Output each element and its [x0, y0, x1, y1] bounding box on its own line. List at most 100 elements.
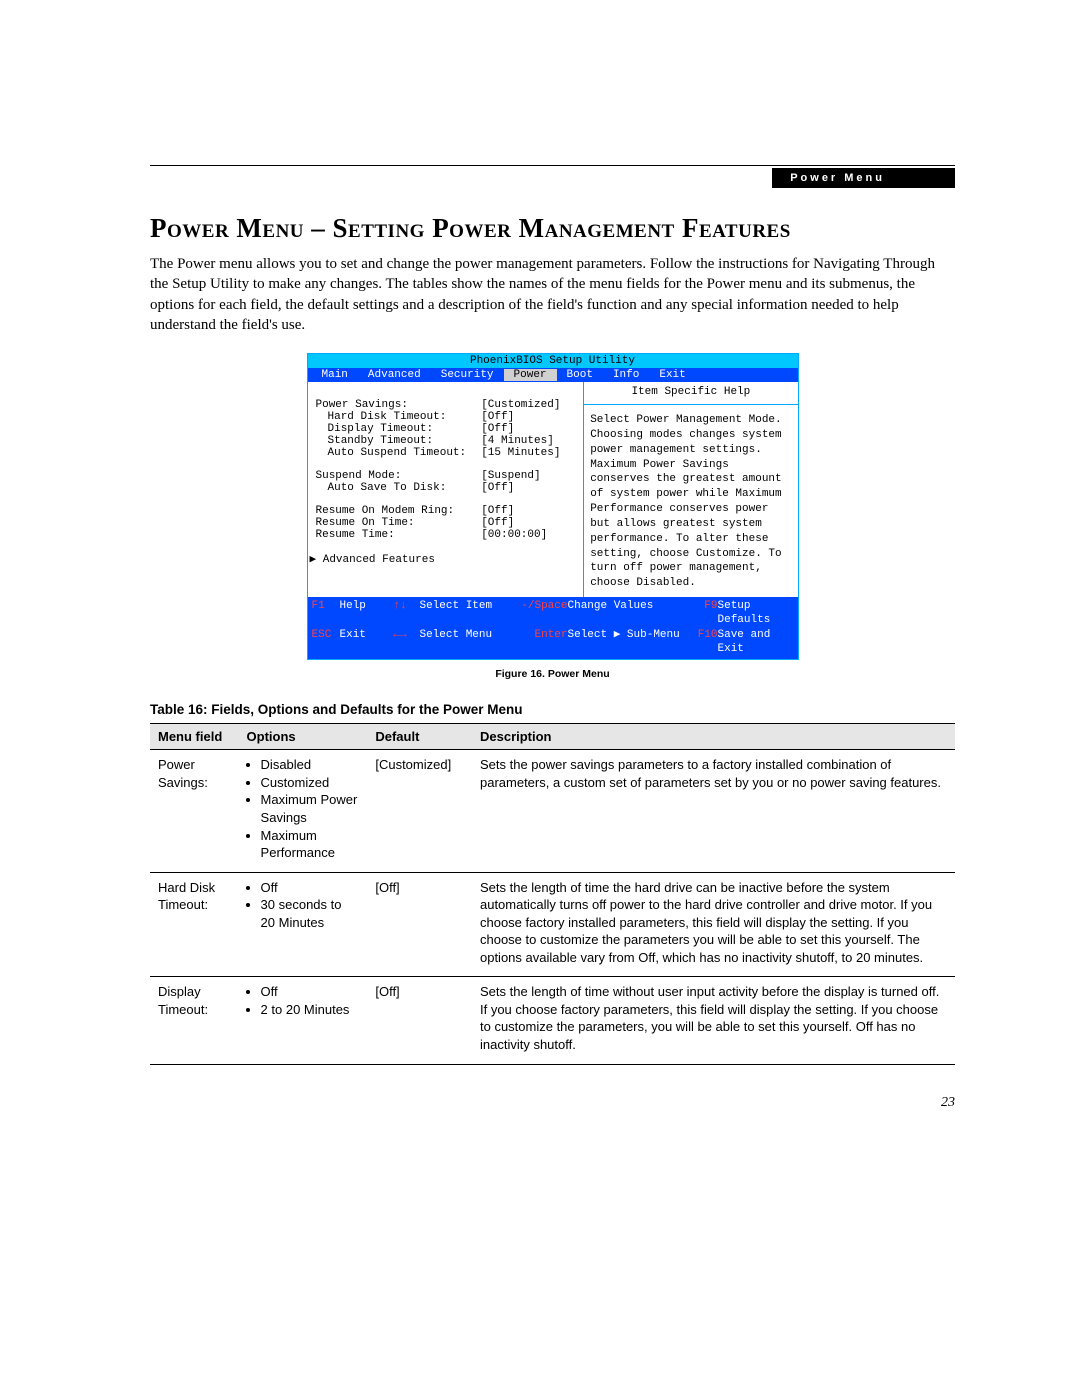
bios-field-value: [Off] [481, 411, 577, 423]
th-menu-field: Menu field [150, 724, 239, 750]
cell-description: Sets the power savings parameters to a f… [472, 750, 955, 872]
cell-menu-field: Hard Disk Timeout: [150, 872, 239, 977]
key-f1: F1 [312, 599, 340, 628]
bios-row: Hard Disk Timeout:[Off] [316, 411, 578, 423]
bios-title: PhoenixBIOS Setup Utility [308, 354, 798, 368]
bios-field-label: Resume Time: [316, 529, 482, 541]
bios-field-label: ▶ Advanced Features [310, 552, 578, 566]
bios-row: Resume On Modem Ring:[Off] [316, 505, 578, 517]
option-item: 2 to 20 Minutes [261, 1001, 360, 1019]
footer-change-values: Change Values [568, 599, 688, 628]
option-item: Disabled [261, 756, 360, 774]
footer-select-menu: Select Menu [420, 628, 510, 657]
header-tab: Power Menu [772, 168, 955, 188]
bios-row: Resume Time:[00:00:00] [316, 529, 578, 541]
key-updown: ↑↓ [394, 599, 420, 628]
key-space: -/Space [510, 599, 568, 628]
cell-menu-field: Display Timeout: [150, 977, 239, 1064]
section-title: Power Menu – Setting Power Management Fe… [150, 213, 955, 244]
bios-field-value: [Off] [481, 517, 577, 529]
footer-exit: Exit [340, 628, 394, 657]
key-enter: Enter [510, 628, 568, 657]
bios-row: Display Timeout:[Off] [316, 423, 578, 435]
bios-menu-security: Security [431, 369, 504, 381]
key-esc: ESC [312, 628, 340, 657]
cell-description: Sets the length of time without user inp… [472, 977, 955, 1064]
top-rule [150, 165, 955, 166]
page-number: 23 [150, 1095, 955, 1111]
bios-row: Suspend Mode:[Suspend] [316, 470, 578, 482]
option-item: Maximum Performance [261, 827, 360, 862]
intro-paragraph: The Power menu allows you to set and cha… [150, 254, 955, 335]
bios-field-value: [Suspend] [481, 470, 577, 482]
cell-description: Sets the length of time the hard drive c… [472, 872, 955, 977]
bios-help-panel: Item Specific Help Select Power Manageme… [584, 382, 797, 597]
bios-field-label: Display Timeout: [316, 423, 482, 435]
option-item: Maximum Power Savings [261, 791, 360, 826]
bios-field-value: [Off] [481, 482, 577, 494]
bios-row: Power Savings:[Customized] [316, 399, 578, 411]
key-leftright: ←→ [394, 628, 420, 657]
option-item: Customized [261, 774, 360, 792]
th-default: Default [367, 724, 472, 750]
bios-field-value: [4 Minutes] [481, 435, 577, 447]
footer-save-exit: Save and Exit [718, 628, 794, 657]
table-row: Display Timeout:Off2 to 20 Minutes[Off]S… [150, 977, 955, 1064]
bios-menu-power: Power [504, 369, 557, 381]
bios-field-label: Suspend Mode: [316, 470, 482, 482]
table-row: Hard Disk Timeout:Off30 seconds to 20 Mi… [150, 872, 955, 977]
header-bar: Power Menu [150, 168, 955, 188]
bios-field-label: Resume On Time: [316, 517, 482, 529]
bios-screenshot: PhoenixBIOS Setup Utility MainAdvancedSe… [307, 353, 799, 660]
figure-caption: Figure 16. Power Menu [150, 668, 955, 680]
cell-options: DisabledCustomizedMaximum Power SavingsM… [239, 750, 368, 872]
fields-table: Menu field Options Default Description P… [150, 723, 955, 1064]
bios-field-label: Power Savings: [316, 399, 482, 411]
bios-settings-panel: Power Savings:[Customized]Hard Disk Time… [308, 382, 585, 597]
cell-menu-field: Power Savings: [150, 750, 239, 872]
bios-footer: F1 Help ↑↓ Select Item -/Space Change Va… [308, 597, 798, 659]
bios-menu-bar: MainAdvancedSecurityPowerBootInfoExit [308, 368, 798, 382]
bios-field-label: Auto Suspend Timeout: [316, 447, 482, 459]
bios-help-body: Select Power Management Mode. Choosing m… [590, 413, 791, 591]
bios-menu-advanced: Advanced [358, 369, 431, 381]
footer-select-submenu: Select ▶ Sub-Menu [568, 628, 688, 657]
bios-field-label: Auto Save To Disk: [316, 482, 482, 494]
bios-row: ▶ Advanced Features [316, 552, 578, 566]
bios-row: Auto Suspend Timeout:[15 Minutes] [316, 447, 578, 459]
table-header-row: Menu field Options Default Description [150, 724, 955, 750]
key-f9: F9 [688, 599, 718, 628]
bios-field-value: [00:00:00] [481, 529, 577, 541]
bios-field-value: [Off] [481, 505, 577, 517]
bios-field-value: [Off] [481, 423, 577, 435]
cell-options: Off30 seconds to 20 Minutes [239, 872, 368, 977]
bios-menu-info: Info [603, 369, 649, 381]
bios-field-label: Standby Timeout: [316, 435, 482, 447]
option-item: 30 seconds to 20 Minutes [261, 896, 360, 931]
table-title: Table 16: Fields, Options and Defaults f… [150, 702, 955, 717]
bios-field-label: Hard Disk Timeout: [316, 411, 482, 423]
cell-default: [Off] [367, 872, 472, 977]
bios-field-value: [15 Minutes] [481, 447, 577, 459]
footer-help: Help [340, 599, 394, 628]
footer-setup-defaults: Setup Defaults [718, 599, 794, 628]
bios-menu-exit: Exit [649, 369, 695, 381]
cell-options: Off2 to 20 Minutes [239, 977, 368, 1064]
bios-row: Resume On Time:[Off] [316, 517, 578, 529]
option-item: Off [261, 983, 360, 1001]
cell-default: [Customized] [367, 750, 472, 872]
key-f10: F10 [688, 628, 718, 657]
option-item: Off [261, 879, 360, 897]
cell-default: [Off] [367, 977, 472, 1064]
bios-row: Standby Timeout:[4 Minutes] [316, 435, 578, 447]
bios-field-label: Resume On Modem Ring: [316, 505, 482, 517]
th-options: Options [239, 724, 368, 750]
bios-row: Auto Save To Disk:[Off] [316, 482, 578, 494]
table-row: Power Savings:DisabledCustomizedMaximum … [150, 750, 955, 872]
bios-help-title: Item Specific Help [584, 382, 797, 405]
bios-menu-boot: Boot [557, 369, 603, 381]
th-description: Description [472, 724, 955, 750]
footer-select-item: Select Item [420, 599, 510, 628]
bios-menu-main: Main [312, 369, 358, 381]
bios-field-value: [Customized] [481, 399, 577, 411]
